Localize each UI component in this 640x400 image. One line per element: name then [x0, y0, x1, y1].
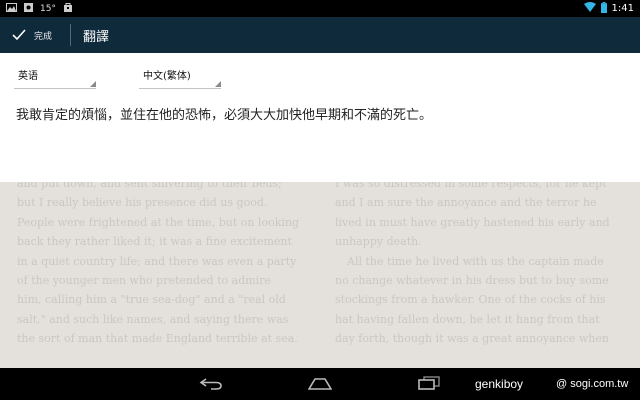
- target-language-label: 中文(繁体): [143, 71, 191, 82]
- reader-line: in a quiet country life; and there was e…: [17, 254, 297, 268]
- checkmark-icon: [12, 26, 26, 45]
- reader-line: him, calling him a "true sea-dog" and a …: [17, 293, 286, 307]
- wifi-icon: [583, 2, 596, 15]
- action-bar: 完成 翻譯: [0, 17, 640, 53]
- battery-icon: [600, 1, 607, 16]
- watermark-site: @ sogi.com.tw: [556, 378, 629, 390]
- navigation-bar: genkiboy @ sogi.com.tw: [0, 368, 640, 400]
- status-bar: 15° 1:41: [0, 0, 640, 17]
- done-label: 完成: [34, 31, 53, 42]
- back-button[interactable]: [193, 374, 229, 394]
- reader-line: unhappy death.: [335, 235, 422, 249]
- clock: 1:41: [611, 3, 634, 14]
- reader-line: no change whatever in his dress but to b…: [335, 274, 609, 288]
- spinner-caret-icon: [90, 81, 96, 87]
- picture-icon: [6, 2, 17, 15]
- spinner-caret-icon: [215, 81, 221, 87]
- reader-line: hat having fallen down, he let it hang f…: [335, 312, 600, 326]
- reader-line: and put down, and sent shivering to thei…: [17, 182, 282, 190]
- reader-line: day forth, though it was a great annoyan…: [335, 332, 609, 346]
- weather-icon: [24, 2, 33, 15]
- reader-line: but I really believe his presence did us…: [17, 196, 268, 210]
- reader-line: stockings from a hawker. One of the cock…: [335, 293, 606, 307]
- bag-icon: [63, 2, 73, 15]
- source-language-spinner[interactable]: 英语: [14, 67, 96, 89]
- temperature-text: 15°: [40, 3, 56, 14]
- reader-line: I was so distressed in some respects, fo…: [335, 182, 607, 190]
- home-button[interactable]: [302, 374, 338, 394]
- home-icon: [307, 375, 333, 394]
- action-bar-divider: [70, 24, 72, 46]
- reader-line: People were frightened at the time, but …: [17, 215, 300, 229]
- target-language-spinner[interactable]: 中文(繁体): [139, 67, 221, 89]
- page-title: 翻譯: [83, 29, 110, 45]
- reader-line: salt," and such like names, and saying t…: [17, 312, 289, 326]
- translation-result: 我敢肯定的煩惱，並住在他的恐怖，必須大大加快他早期和不滿的死亡。: [16, 108, 433, 123]
- source-language-label: 英语: [18, 71, 38, 82]
- reader-line: lived in must have greatly hastened his …: [335, 215, 610, 229]
- translate-panel: 英语 中文(繁体) 我敢肯定的煩惱，並住在他的恐怖，必須大大加快他早期和不滿的死…: [0, 53, 640, 182]
- reader-line: of the younger men who pretended to admi…: [17, 274, 271, 288]
- reader-column-right: I was so distressed in some respects, fo…: [335, 182, 625, 349]
- watermark-user: genkiboy: [475, 377, 524, 391]
- reader-line: back they rather liked it; it was a fine…: [17, 235, 292, 249]
- reader-column-left: and put down, and sent shivering to thei…: [17, 182, 307, 349]
- recent-apps-button[interactable]: [411, 374, 447, 394]
- back-icon: [199, 375, 223, 394]
- reader-page: and put down, and sent shivering to thei…: [0, 182, 640, 368]
- done-button[interactable]: 完成: [0, 17, 62, 53]
- reader-line: and I am sure the annoyance and the terr…: [335, 196, 597, 210]
- reader-line: the sort of man that made England terrib…: [17, 332, 298, 346]
- recent-apps-icon: [418, 375, 440, 394]
- reader-line: All the time he lived with us the captai…: [347, 254, 604, 268]
